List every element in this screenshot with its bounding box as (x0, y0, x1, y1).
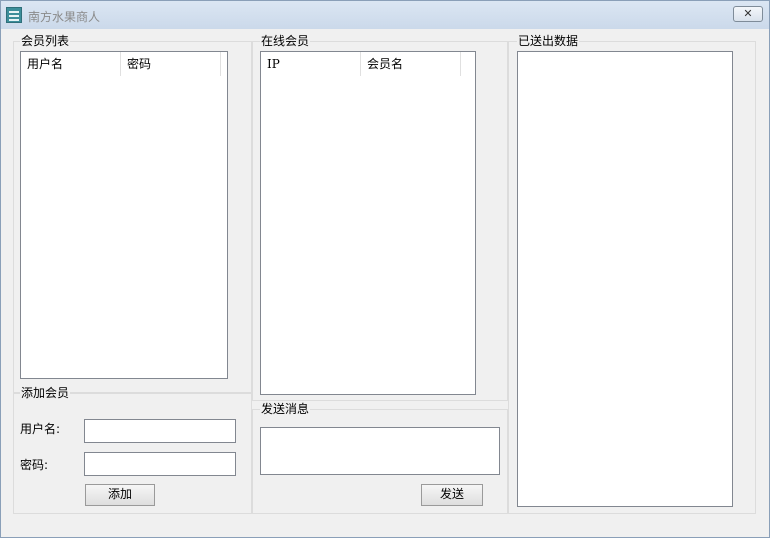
member-list-view[interactable]: 用户名 密码 (20, 51, 228, 379)
sent-data-title: 已送出数据 (517, 34, 580, 48)
member-list-group: 会员列表 用户名 密码 (13, 34, 252, 393)
send-button-label: 发送 (439, 487, 464, 501)
title-bar[interactable]: 南方水果商人 ✕ (1, 1, 769, 29)
username-input[interactable] (84, 419, 236, 443)
column-header-password[interactable]: 密码 (121, 52, 221, 76)
username-label: 用户名: (20, 422, 61, 436)
column-header-member-name[interactable]: 会员名 (361, 52, 461, 76)
message-input[interactable] (260, 427, 500, 475)
sent-data-group: 已送出数据 (508, 34, 756, 514)
member-list-header: 用户名 密码 (21, 52, 221, 76)
add-member-group: 添加会员 用户名: 密码: 添加 (13, 386, 252, 514)
main-window: 南方水果商人 ✕ 会员列表 用户名 密码 在线会员 IP 会员名 已送出数据 添… (0, 0, 770, 538)
close-icon: ✕ (743, 7, 753, 20)
add-button[interactable]: 添加 (85, 484, 155, 506)
online-members-group: 在线会员 IP 会员名 (252, 34, 508, 401)
online-members-title: 在线会员 (260, 34, 311, 48)
send-message-title: 发送消息 (260, 402, 311, 416)
password-input[interactable] (84, 452, 236, 476)
app-icon (6, 7, 22, 23)
add-button-label: 添加 (107, 487, 132, 501)
window-title: 南方水果商人 (28, 10, 101, 24)
member-list-title: 会员列表 (20, 34, 71, 48)
online-members-view[interactable]: IP 会员名 (260, 51, 476, 395)
add-member-title: 添加会员 (20, 386, 71, 400)
send-button[interactable]: 发送 (421, 484, 483, 506)
sent-data-textarea[interactable] (517, 51, 733, 507)
close-button[interactable]: ✕ (733, 6, 763, 22)
column-header-ip[interactable]: IP (261, 52, 361, 76)
column-header-username[interactable]: 用户名 (21, 52, 121, 76)
client-area: 会员列表 用户名 密码 在线会员 IP 会员名 已送出数据 添加会员 用户名: … (9, 29, 761, 529)
send-message-group: 发送消息 发送 (252, 402, 508, 514)
password-label: 密码: (20, 458, 49, 472)
online-members-header: IP 会员名 (261, 52, 461, 76)
